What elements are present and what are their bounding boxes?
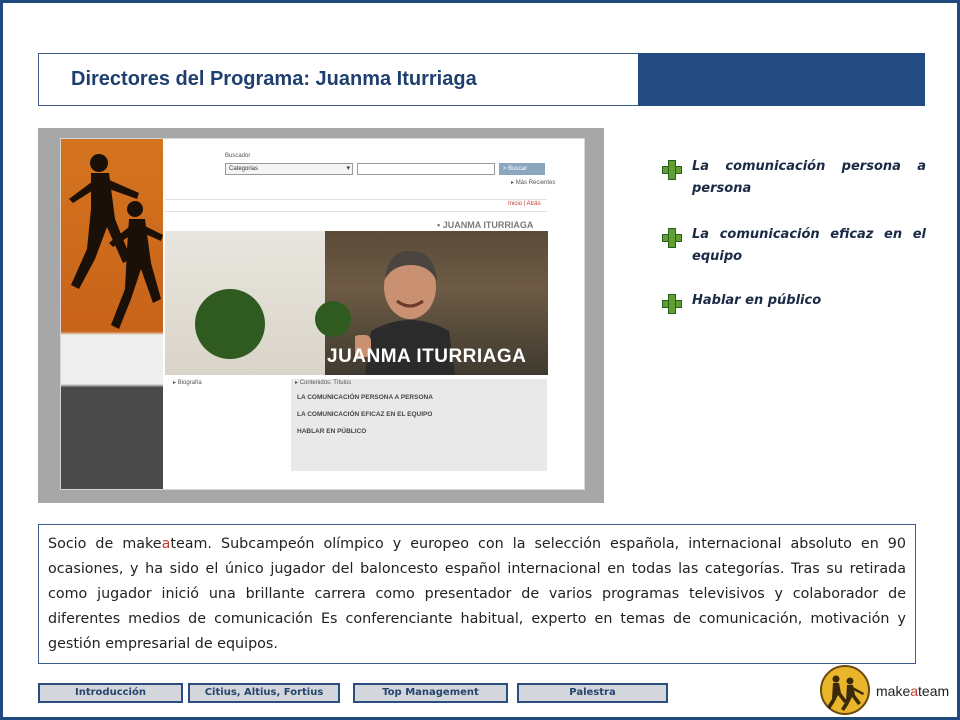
- bio-box: Socio de makeateam. Subcampeón olímpico …: [38, 524, 916, 664]
- makeateam-logo-icon: [820, 665, 870, 715]
- plus-icon: [662, 228, 682, 248]
- bio-link-label: Biografía: [177, 380, 202, 386]
- contents-label-text: Contenidos: Títulos: [299, 380, 352, 386]
- topic-label: La comunicación persona a persona: [692, 159, 926, 196]
- breadcrumb[interactable]: Inicio | Atrás: [508, 201, 541, 207]
- plus-icon: [662, 294, 682, 314]
- profile-photo: JUANMA ITURRIAGA: [165, 231, 548, 375]
- divider: [165, 211, 547, 212]
- screenshot-topic-link[interactable]: LA COMUNICACIÓN PERSONA A PERSONA: [297, 394, 433, 401]
- contents-section: ▸ Contenidos: Títulos LA COMUNICACIÓN PE…: [291, 379, 547, 471]
- bio-body: team. Subcampeón olímpico y europeo con …: [48, 536, 906, 652]
- screenshot-topic-link[interactable]: LA COMUNICACIÓN EFICAZ EN EL EQUIPO: [297, 411, 432, 418]
- search-input[interactable]: [357, 163, 495, 175]
- plus-icon: [662, 160, 682, 180]
- nav-palestra[interactable]: Palestra: [517, 683, 668, 703]
- screenshot-page: Buscador Categorias > Buscar ▸ Más Recie…: [60, 138, 585, 490]
- bio-link[interactable]: ▸ Biografía: [173, 379, 202, 386]
- profile-heading: ▪ JUANMA ITURRIAGA: [437, 220, 534, 230]
- greek-runners-image: [61, 139, 163, 489]
- recent-link-label: Más Recientes: [515, 180, 556, 186]
- makeateam-logo-text: makeateam: [876, 683, 949, 699]
- title-box: Directores del Programa: Juanma Iturriag…: [38, 53, 638, 106]
- bio-prefix: Socio de make: [48, 536, 162, 552]
- photo-plant: [315, 301, 351, 337]
- photo-plant: [195, 289, 265, 359]
- bio-paragraph: Socio de makeateam. Subcampeón olímpico …: [48, 532, 906, 657]
- screenshot-topic-link[interactable]: HABLAR EN PÚBLICO: [297, 428, 366, 435]
- category-select[interactable]: Categorias: [225, 163, 353, 175]
- nav-top-management[interactable]: Top Management: [353, 683, 508, 703]
- photo-caption: JUANMA ITURRIAGA: [327, 346, 527, 367]
- nav-citius[interactable]: Citius, Altius, Fortius: [188, 683, 340, 703]
- search-button[interactable]: > Buscar: [499, 163, 545, 175]
- contents-label: ▸ Contenidos: Títulos: [295, 380, 352, 386]
- topic-label: La comunicación eficaz en el equipo: [692, 227, 926, 264]
- profile-heading-text: JUANMA ITURRIAGA: [442, 220, 534, 230]
- logo-highlight: a: [910, 683, 919, 699]
- title-accent-block: [638, 53, 925, 106]
- logo-prefix: make: [876, 683, 911, 699]
- divider: [165, 199, 547, 200]
- page-title: Directores del Programa: Juanma Iturriag…: [71, 68, 477, 90]
- logo-suffix: team: [918, 683, 950, 699]
- website-screenshot: Buscador Categorias > Buscar ▸ Más Recie…: [38, 128, 604, 503]
- bio-section: ▸ Biografía: [165, 379, 289, 491]
- topic-label: Hablar en público: [692, 293, 822, 308]
- nav-introduccion[interactable]: Introducción: [38, 683, 183, 703]
- search-label: Buscador: [225, 153, 251, 159]
- recent-link[interactable]: ▸ Más Recientes: [511, 179, 555, 186]
